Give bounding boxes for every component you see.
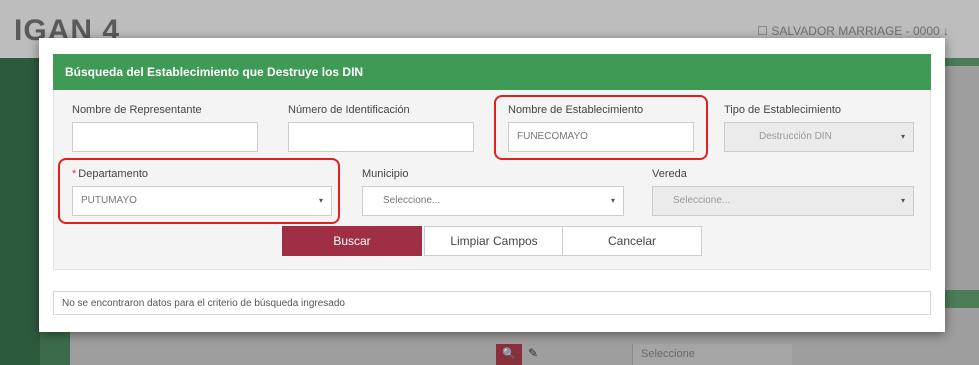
- tipo-establecimiento-select: Destrucción DIN ▾: [724, 122, 914, 152]
- chevron-down-icon: ▾: [610, 196, 615, 205]
- highlight-departamento: [58, 158, 340, 224]
- chevron-down-icon: ▾: [900, 132, 905, 141]
- side-action-bar: [939, 290, 979, 308]
- user-menu[interactable]: ☐ SALVADOR MARRIAGE - 0000 ↓: [757, 24, 949, 38]
- search-button-bg[interactable]: 🔍: [496, 344, 522, 365]
- search-icon: 🔍: [502, 348, 516, 360]
- chevron-down-icon: ▾: [900, 196, 905, 205]
- label-nombre-representante: Nombre de Representante: [72, 104, 202, 116]
- result-message: No se encontraron datos para el criterio…: [53, 291, 931, 315]
- modal-title: Búsqueda del Establecimiento que Destruy…: [53, 54, 931, 90]
- label-vereda: Vereda: [652, 168, 687, 180]
- municipio-value: Seleccione...: [383, 195, 441, 206]
- bg-select[interactable]: Seleccione: [632, 344, 792, 365]
- label-municipio: Municipio: [362, 168, 409, 180]
- label-numero-identificacion: Número de Identificación: [288, 104, 410, 116]
- label-tipo-establecimiento: Tipo de Establecimiento: [724, 104, 841, 116]
- vereda-select: Seleccione... ▾: [652, 186, 914, 216]
- vereda-value: Seleccione...: [673, 195, 731, 206]
- nombre-representante-input[interactable]: [72, 122, 258, 152]
- numero-identificacion-input[interactable]: [288, 122, 474, 152]
- buscar-button[interactable]: Buscar: [282, 226, 422, 256]
- highlight-nombre-establecimiento: [494, 95, 708, 160]
- cancelar-button[interactable]: Cancelar: [562, 226, 702, 256]
- sidebar: [0, 58, 40, 365]
- brush-icon[interactable]: ✎: [528, 346, 550, 362]
- municipio-select[interactable]: Seleccione... ▾: [362, 186, 624, 216]
- tipo-establecimiento-value: Destrucción DIN: [759, 131, 832, 142]
- limpiar-campos-button[interactable]: Limpiar Campos: [424, 226, 564, 256]
